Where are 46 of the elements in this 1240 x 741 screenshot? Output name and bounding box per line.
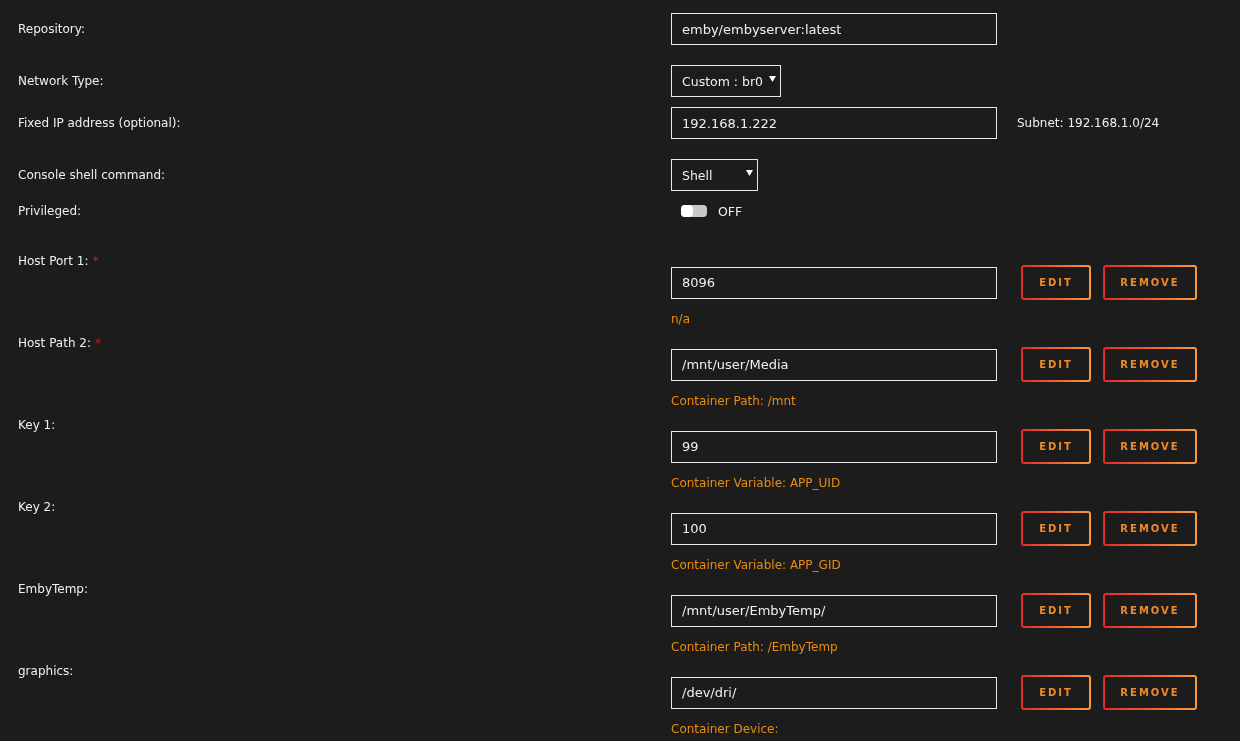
remove-button[interactable]: REMOVE <box>1103 265 1197 300</box>
text-field[interactable]: 100 <box>671 512 997 545</box>
text-field[interactable]: 99 <box>671 430 997 463</box>
required-mark: * <box>92 254 99 268</box>
remove-button[interactable]: REMOVE <box>1103 429 1197 464</box>
dropdown[interactable]: Custom : br0 <box>671 65 782 97</box>
edit-button[interactable]: EDIT <box>1021 511 1091 546</box>
text-field[interactable]: /mnt/user/Media <box>671 348 997 381</box>
field-label: Console shell command: <box>18 168 167 182</box>
remove-button[interactable]: REMOVE <box>1103 675 1197 710</box>
field-label: Key 1: <box>18 418 56 432</box>
field-label: Repository: <box>18 22 86 36</box>
remove-button[interactable]: REMOVE <box>1103 511 1197 546</box>
text-field[interactable]: /mnt/user/EmbyTemp/ <box>671 594 997 627</box>
field-label: graphics: <box>18 664 74 678</box>
edit-button[interactable]: EDIT <box>1021 429 1091 464</box>
description-text: Container Path: /EmbyTemp <box>671 640 839 654</box>
remove-button[interactable]: REMOVE <box>1103 593 1197 628</box>
required-mark: * <box>95 336 101 350</box>
description-text: Container Path: /mnt <box>671 394 797 408</box>
edit-button[interactable]: EDIT <box>1021 593 1091 628</box>
edit-button[interactable]: EDIT <box>1021 347 1091 382</box>
field-label: Host Path 2: <box>18 336 91 350</box>
field-label: Network Type: <box>18 74 105 88</box>
field-label: EmbyTemp: <box>18 582 88 596</box>
description-text: n/a <box>671 312 691 326</box>
caret-icon <box>746 169 753 176</box>
description-text: Container Variable: APP_UID <box>671 476 842 490</box>
text-field[interactable]: 8096 <box>671 266 997 299</box>
caret-icon <box>769 75 777 82</box>
toggle-state: OFF <box>718 203 743 219</box>
edit-button[interactable]: EDIT <box>1021 265 1091 300</box>
field-label: Fixed IP address (optional): <box>18 116 182 130</box>
edit-button[interactable]: EDIT <box>1021 675 1091 710</box>
description-text: Container Device: <box>671 722 780 736</box>
dropdown[interactable]: Shell <box>671 159 758 191</box>
field-label: Key 2: <box>18 500 56 514</box>
text-field[interactable]: 192.168.1.222 <box>671 107 997 139</box>
field-label: Host Port 1: <box>18 254 89 268</box>
text-field[interactable]: /dev/dri/ <box>671 676 997 709</box>
toggle-switch[interactable] <box>681 205 707 217</box>
subnet-text: Subnet: 192.168.1.0/24 <box>1017 116 1160 130</box>
remove-button[interactable]: REMOVE <box>1103 347 1197 382</box>
field-label: Privileged: <box>18 204 83 218</box>
description-text: Container Variable: APP_GID <box>671 558 842 572</box>
text-field[interactable]: emby/embyserver:latest <box>671 13 997 45</box>
